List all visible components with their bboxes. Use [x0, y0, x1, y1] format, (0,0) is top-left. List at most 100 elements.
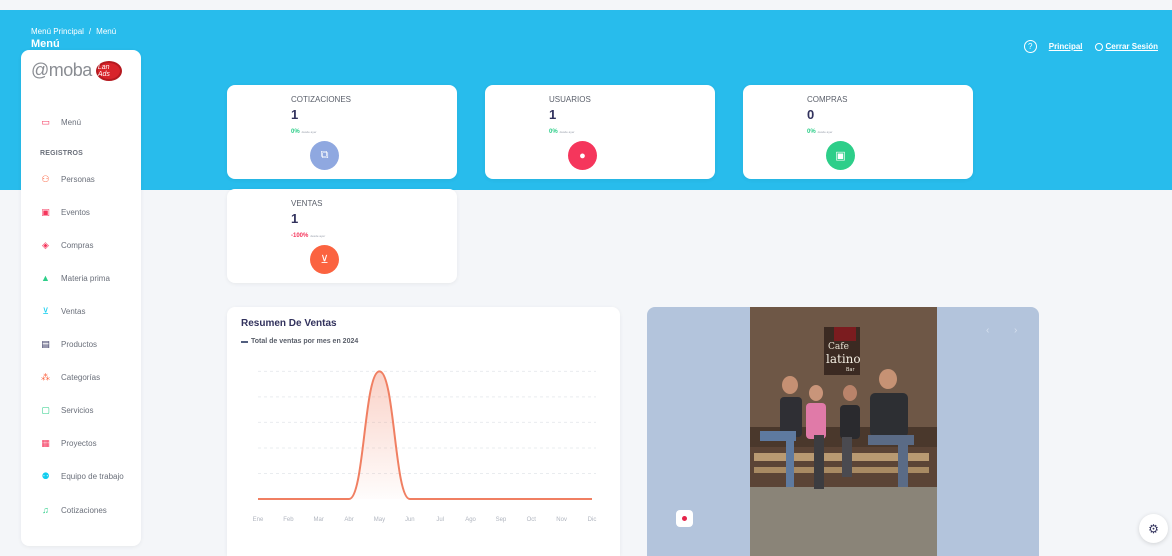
sidebar-item-4[interactable]: ▲ Materia prima	[40, 273, 110, 283]
sitemap-icon: ⁂	[41, 372, 50, 382]
stat-trend: 0% desde ayer	[549, 129, 575, 135]
sidebar-item-label: Cotizaciones	[61, 505, 107, 515]
chart-x-tick-label: Ago	[465, 517, 476, 523]
logo-word: @moba	[31, 60, 93, 80]
chart-x-tick-label: Sep	[496, 517, 507, 523]
logo-badge: Lan Ads	[95, 60, 122, 81]
sidebar-item-label: Personas	[61, 175, 95, 184]
stat-trend-value: -100%	[291, 233, 309, 239]
stat-label: USUARIOS	[549, 95, 591, 104]
sales-chart-card: Resumen De Ventas Total de ventas por me…	[227, 307, 620, 556]
sidebar-item-1[interactable]: ⚇ Personas	[40, 174, 95, 185]
map-pin-icon	[682, 516, 687, 521]
calendar-icon: ▣	[41, 207, 50, 217]
chart-area-fill	[258, 371, 592, 499]
carousel-next-button[interactable]: ›	[1014, 325, 1017, 336]
sidebar-item-label: Eventos	[61, 208, 90, 217]
sidebar-item-label: Productos	[61, 340, 98, 349]
breadcrumb: Menú Principal / Menú	[31, 27, 116, 36]
chart-x-tick-label: Dic	[588, 517, 597, 523]
stat-trend-since: desde ayer	[817, 130, 833, 134]
clipboard-icon: ▢	[41, 405, 50, 415]
sidebar-item-3[interactable]: ◈ Compras	[40, 240, 93, 251]
stat-icon-ventas: ⊻	[310, 245, 339, 274]
photo-carousel[interactable]: Cafe latino Bar ‹ ›	[647, 307, 1039, 556]
sidebar-item-6[interactable]: ▤ Productos	[40, 339, 97, 350]
stat-trend: -100% desde ayer	[291, 233, 325, 239]
chart-x-tick-label: Nov	[556, 517, 567, 523]
chart-x-tick-label: Abr	[344, 517, 353, 523]
chart-x-tick-label: Oct	[527, 517, 537, 523]
user-circle-icon	[1094, 42, 1103, 51]
stat-trend: 0% desde ayer	[291, 129, 317, 135]
stat-trend: 0% desde ayer	[807, 129, 833, 135]
stat-label: VENTAS	[291, 199, 323, 208]
logo-word-text: moba	[48, 60, 93, 80]
stat-label: COMPRAS	[807, 95, 848, 104]
chart-x-tick-label: Jul	[436, 517, 444, 523]
principal-link[interactable]: Principal	[1049, 42, 1083, 51]
carousel-prev-button[interactable]: ‹	[986, 325, 989, 336]
stat-value: 1	[291, 211, 299, 226]
team-photo: Cafe latino Bar	[750, 307, 937, 556]
chart-x-tick-label: Jun	[405, 517, 415, 523]
calendar-grid-icon: ▦	[41, 438, 50, 448]
stat-trend-value: 0%	[549, 129, 558, 135]
stat-card-ventas: VENTAS 1 -100% desde ayer ⊻	[227, 189, 457, 283]
sidebar-item-10[interactable]: ⚉ Equipo de trabajo	[40, 471, 124, 482]
sales-area-chart: Ene Feb Mar Abr May Jun Jul Ago Sep Oct Nov Dic	[253, 370, 597, 523]
cart-icon: ⊻	[42, 306, 49, 316]
sidebar-item-label: Ventas	[61, 307, 86, 316]
basket-icon: ▤	[41, 339, 50, 349]
stat-trend-since: desde ayer	[559, 130, 575, 134]
sidebar-item-0[interactable]: ▭ Menú	[40, 117, 81, 128]
stat-icon-cotizaciones: ⧉	[310, 141, 339, 170]
chart-x-tick-label: Mar	[314, 517, 324, 523]
logout-label: Cerrar Sesión	[1105, 42, 1158, 51]
sidebar-item-label: Proyectos	[61, 439, 97, 448]
monitor-icon: ▭	[41, 117, 50, 127]
stat-icon-usuarios: ●	[568, 141, 597, 170]
location-pin-button[interactable]	[676, 510, 693, 527]
sign-text-cafe: Cafe	[828, 342, 849, 352]
sidebar-item-label: Categorías	[61, 373, 101, 382]
stat-trend-value: 0%	[291, 129, 300, 135]
bell-icon: ♫	[42, 505, 49, 515]
sidebar-item-11[interactable]: ♫ Cotizaciones	[40, 505, 107, 515]
chart-x-tick-label: Feb	[283, 517, 294, 523]
stat-value: 1	[549, 107, 557, 122]
logout-link[interactable]: Cerrar Sesión	[1094, 42, 1158, 51]
box-icon: ◈	[42, 240, 49, 250]
sidebar-item-9[interactable]: ▦ Proyectos	[40, 438, 97, 449]
top-frame	[0, 0, 1172, 10]
help-icon[interactable]: ?	[1023, 40, 1037, 53]
sidebar-item-label: Materia prima	[61, 273, 110, 283]
tree-icon: ▲	[41, 273, 50, 283]
sign-text-latino: latino	[826, 352, 861, 366]
sidebar-item-5[interactable]: ⊻ Ventas	[40, 306, 85, 317]
sign-text-bar: Bar	[846, 367, 855, 373]
sidebar-item-7[interactable]: ⁂ Categorías	[40, 372, 100, 383]
team-icon: ⚉	[41, 471, 50, 481]
stat-trend-since: desde ayer	[310, 234, 326, 238]
breadcrumb-root[interactable]: Menú Principal	[31, 27, 84, 36]
page-title: Menú	[31, 38, 60, 50]
breadcrumb-separator: /	[88, 27, 92, 36]
sidebar-item-label: Menú	[61, 118, 82, 127]
sidebar-section-registros: REGISTROS	[40, 150, 84, 157]
chart-x-tick-label: Ene	[253, 517, 264, 523]
chart-series-line[interactable]	[257, 370, 592, 500]
top-links: ? Principal Cerrar Sesión	[1023, 40, 1158, 53]
stat-card-usuarios: USUARIOS 1 0% desde ayer ●	[485, 85, 715, 179]
breadcrumb-current: Menú	[96, 27, 117, 36]
stat-value: 0	[807, 107, 815, 122]
chart-x-tick-label: May	[374, 517, 385, 523]
sidebar-item-label: Compras	[61, 241, 94, 250]
settings-button[interactable]: ⚙	[1139, 514, 1168, 543]
stat-label: COTIZACIONES	[291, 95, 352, 104]
logo[interactable]: @moba Lan Ads	[31, 60, 122, 81]
stat-trend-since: desde ayer	[301, 130, 317, 134]
sidebar-item-2[interactable]: ▣ Eventos	[40, 207, 90, 218]
sidebar-item-8[interactable]: ▢ Servicios	[40, 405, 93, 416]
sidebar-item-label: Equipo de trabajo	[61, 472, 124, 481]
